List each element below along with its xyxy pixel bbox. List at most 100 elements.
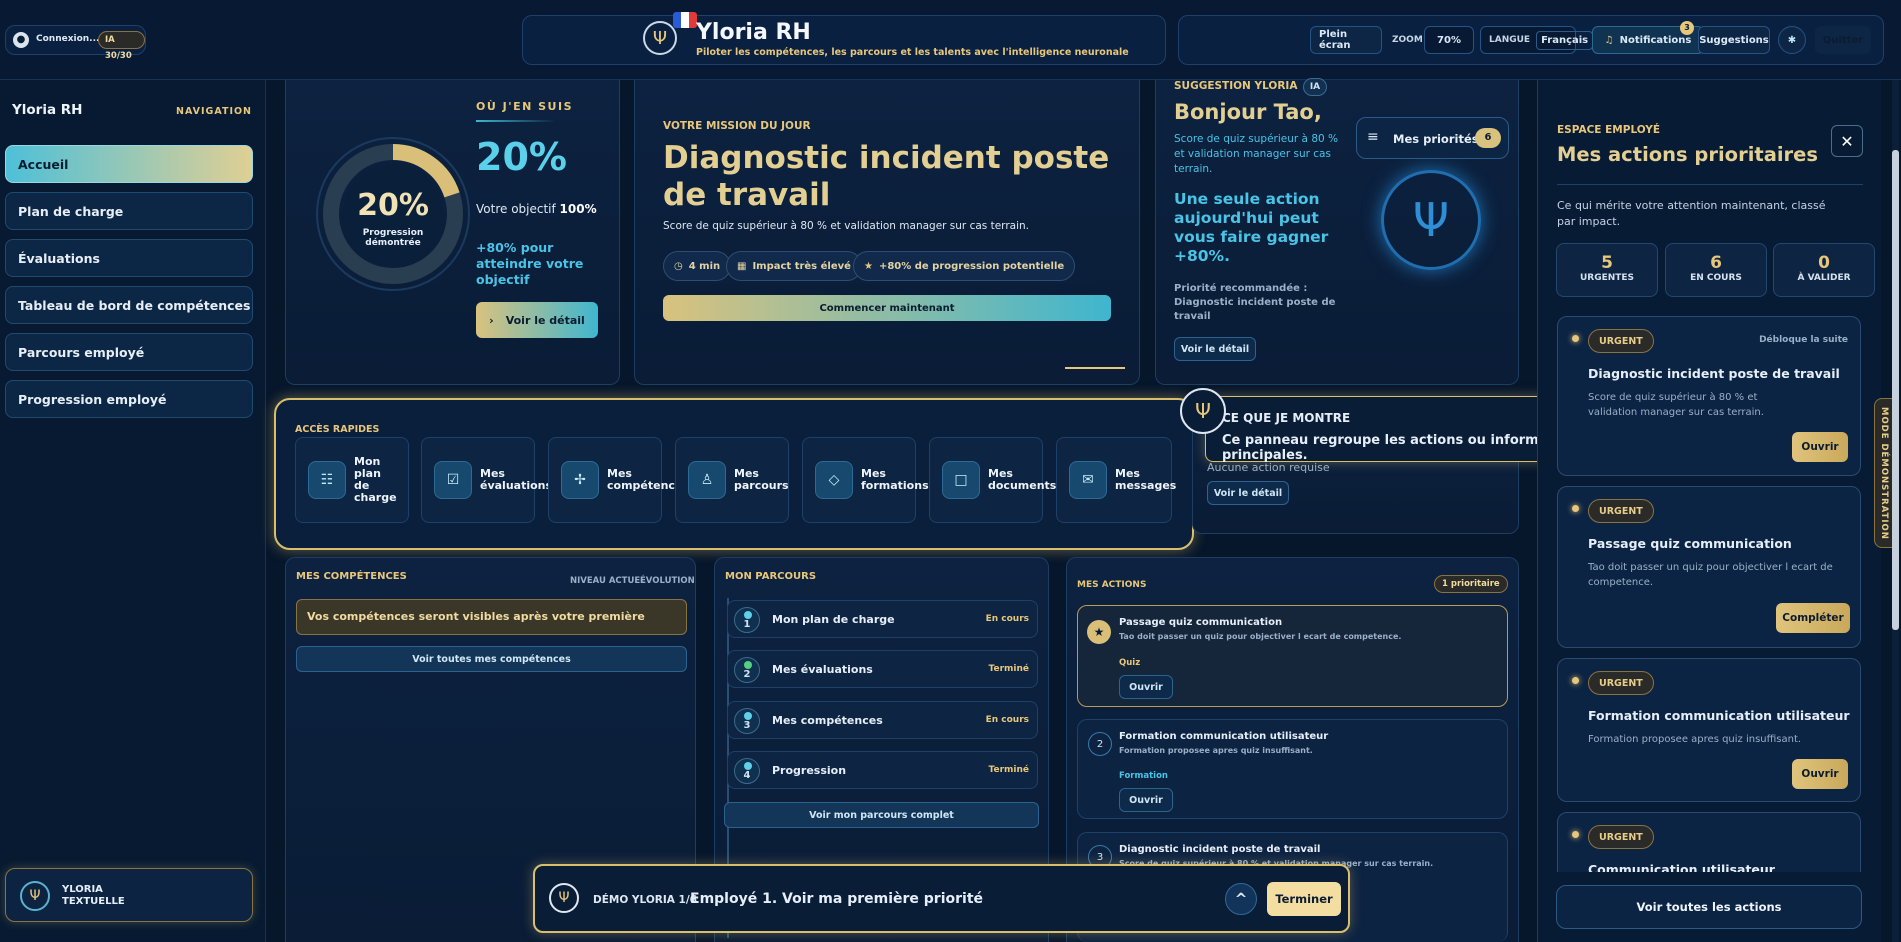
mission-title: Diagnostic incident poste de travail <box>663 140 1110 213</box>
path-step-1[interactable]: 1 Mon plan de charge En cours <box>727 600 1038 638</box>
fullscreen-button[interactable]: Plein écran <box>1310 26 1382 54</box>
stat-label: EN COURS <box>1690 273 1742 283</box>
scrollbar[interactable] <box>1892 80 1899 942</box>
suggestion-detail-button[interactable]: Voir le détail <box>1174 337 1256 361</box>
assistant-widget[interactable]: Ψ YLORIA TEXTUELLE <box>5 868 253 922</box>
suggestions-button[interactable]: Suggestions <box>1698 26 1770 54</box>
connection-status[interactable]: ● Connexion... IA 30/30 <box>5 25 146 61</box>
tooltip-title: CE QUE JE MONTRE <box>1222 411 1351 425</box>
card-open-button[interactable]: Ouvrir <box>1792 432 1848 462</box>
bell-icon: ♫ <box>1604 34 1614 46</box>
filter-lines-icon: ≡ <box>1367 129 1379 145</box>
quick-access-heading: ACCÈS RAPIDES <box>295 424 380 435</box>
priority-card-1[interactable]: URGENT Débloque la suite Diagnostic inci… <box>1557 316 1861 476</box>
demo-bar: Ψ DÉMO YLORIA 1/6 Employé 1. Voir ma pre… <box>533 864 1350 933</box>
sidebar: Yloria RH NAVIGATION Accueil Plan de cha… <box>0 80 266 942</box>
tile-parcours[interactable]: ♙ Mes parcours <box>675 437 789 523</box>
all-skills-button[interactable]: Voir toutes mes compétences <box>296 646 687 672</box>
card-desc: Formation proposee apres quiz insuffisan… <box>1588 734 1802 745</box>
sidebar-brand: Yloria RH <box>12 102 83 118</box>
tile-label: Mes formations <box>861 467 929 492</box>
progress-card: 20% Progression démontrée OÙ J'EN SUIS 2… <box>285 80 620 385</box>
tile-label: Mes documents <box>988 467 1057 492</box>
card-desc: Score de quiz supérieur à 80 % et valida… <box>1588 392 1764 418</box>
action-item-1[interactable]: ★ Passage quiz communication Tao doit pa… <box>1077 605 1508 707</box>
greeting: Bonjour Tao, <box>1174 100 1322 124</box>
path-step-3[interactable]: 3 Mes compétences En cours <box>727 701 1038 739</box>
zoom-input[interactable]: 70% <box>1424 26 1474 54</box>
tile-label: Mes parcours <box>734 467 789 492</box>
suggestion-body: Score de quiz supérieur à 80 % et valida… <box>1174 133 1338 175</box>
mail-icon: ✉ <box>1069 461 1107 499</box>
priority-card-3[interactable]: URGENT Formation communication utilisate… <box>1557 658 1861 802</box>
stat-to-validate: 0 À VALIDER <box>1773 243 1875 297</box>
sidebar-item-progression[interactable]: Progression employé <box>5 380 253 418</box>
impact-pill-label: Impact très élevé <box>752 260 851 272</box>
mission-pills: ◷ 4 min ▦ Impact très élevé ★ +80% de progr… <box>663 248 1108 284</box>
path-heading: MON PARCOURS <box>725 571 817 582</box>
demo-mode-tab[interactable]: MODE DÉMONSTRATION <box>1874 398 1894 548</box>
user-icon: ● <box>13 32 29 48</box>
recommended-priority: Priorité recommandée : Diagnostic incide… <box>1174 283 1336 322</box>
tooltip-avatar-icon: Ψ <box>1180 388 1226 434</box>
diamond-icon: ◇ <box>815 461 853 499</box>
scrollbar-thumb[interactable] <box>1892 150 1899 630</box>
priorities-button[interactable]: ≡ Mes priorités 6 <box>1356 117 1509 159</box>
tile-plan-de-charge[interactable]: ☷ Mon plan de charge <box>295 437 409 523</box>
demo-finish-button[interactable]: Terminer <box>1267 882 1341 916</box>
all-actions-button[interactable]: Voir toutes les actions <box>1556 885 1862 929</box>
drawer-divider <box>1557 184 1863 185</box>
progress-detail-button[interactable]: › Voir le détail <box>476 302 598 338</box>
path-step-4[interactable]: 4 Progression Terminé <box>727 751 1038 789</box>
stat-value: 5 <box>1601 253 1613 273</box>
close-icon[interactable]: ✕ <box>1831 125 1863 157</box>
col-evolution: ÉVOLUTION <box>640 576 695 586</box>
sidebar-item-competences[interactable]: Tableau de bord de compétences <box>5 286 253 324</box>
full-path-button[interactable]: Voir mon parcours complet <box>724 802 1039 828</box>
language-select[interactable]: LANGUE Français <box>1480 26 1594 54</box>
sidebar-item-plan-de-charge[interactable]: Plan de charge <box>5 192 253 230</box>
demo-collapse-button[interactable]: ^ <box>1225 883 1257 915</box>
sidebar-item-parcours[interactable]: Parcours employé <box>5 333 253 371</box>
urgent-badge: URGENT <box>1588 329 1654 353</box>
card-complete-button[interactable]: Compléter <box>1776 603 1850 633</box>
action-open-button[interactable]: Ouvrir <box>1119 675 1173 699</box>
urgency-dot <box>1572 831 1579 838</box>
action-desc: Tao doit passer un quiz pour objectiver … <box>1119 632 1402 641</box>
quit-button[interactable]: Quitter <box>1815 26 1871 54</box>
tile-label: Mes compétences <box>607 467 689 492</box>
secondary-detail-button[interactable]: Voir le détail <box>1207 481 1289 505</box>
sidebar-item-accueil[interactable]: Accueil <box>5 145 253 183</box>
top-bar: ● Connexion... IA 30/30 Ψ Yloria RH Pilo… <box>0 0 1901 80</box>
suggestion-card: SUGGESTION YLORIA IA Bonjour Tao, Score … <box>1155 78 1519 385</box>
start-button[interactable]: Commencer maintenant <box>663 295 1111 321</box>
priority-card-4[interactable]: URGENT Communication utilisateur <box>1557 812 1861 872</box>
actions-heading: MES ACTIONS <box>1077 580 1147 590</box>
card-desc: Tao doit passer un quiz pour objectiver … <box>1588 562 1833 588</box>
tile-competences[interactable]: ✢ Mes compétences <box>548 437 689 523</box>
yloria-logo-icon: Ψ <box>643 21 677 55</box>
mission-heading: VOTRE MISSION DU JOUR <box>663 120 811 132</box>
action-open-button[interactable]: Ouvrir <box>1119 788 1173 812</box>
urgent-badge: URGENT <box>1588 499 1654 523</box>
priority-card-2[interactable]: URGENT Passage quiz communication Tao do… <box>1557 486 1861 648</box>
action-item-2[interactable]: 2 Formation communication utilisateur Fo… <box>1077 719 1508 819</box>
path-step-2[interactable]: 2 Mes évaluations Terminé <box>727 650 1038 688</box>
theme-toggle-icon[interactable]: ✱ <box>1778 26 1806 54</box>
action-number: 2 <box>1088 732 1112 756</box>
card-open-button[interactable]: Ouvrir <box>1792 759 1848 789</box>
mission-subtitle: Score de quiz supérieur à 80 % et valida… <box>663 220 1029 232</box>
progress-pill: ★ +80% de progression potentielle <box>853 251 1076 281</box>
sidebar-item-evaluations[interactable]: Évaluations <box>5 239 253 277</box>
drawer-scroll-area[interactable]: URGENT Débloque la suite Diagnostic inci… <box>1550 312 1868 872</box>
tile-evaluations[interactable]: ☑ Mes évaluations <box>421 437 552 523</box>
tile-documents[interactable]: □ Mes documents <box>929 437 1056 523</box>
tile-formations[interactable]: ◇ Mes formations <box>802 437 929 523</box>
assistant-label-1: YLORIA <box>62 884 103 895</box>
skills-heading: MES COMPÉTENCES <box>296 571 407 582</box>
demo-step-label: DÉMO YLORIA 1/6 <box>593 894 697 906</box>
list-icon: ☷ <box>308 461 346 499</box>
notifications-label: Notifications <box>1619 34 1692 46</box>
progress-heading-underline <box>476 120 556 122</box>
tile-messages[interactable]: ✉ Mes messages <box>1056 437 1176 523</box>
